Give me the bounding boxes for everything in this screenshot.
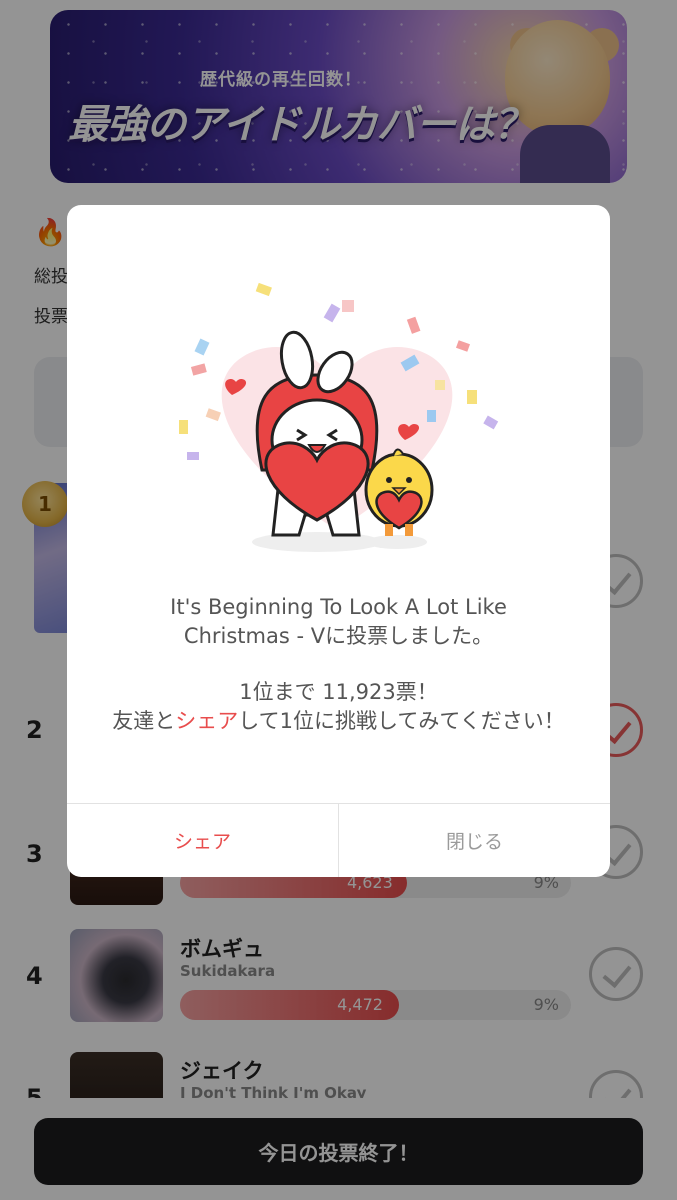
celebration-illustration — [179, 282, 499, 552]
voted-song-line1: It's Beginning To Look A Lot Like — [170, 595, 507, 619]
votes-to-first-suffix: 票！ — [395, 680, 438, 704]
voted-song-line2: Christmas - Vに投票しました。 — [183, 624, 494, 648]
close-button[interactable]: 閉じる — [339, 804, 610, 877]
share-button[interactable]: シェア — [67, 804, 338, 877]
share-challenge-line: 友達とシェアして1位に挑戦してみてください！ — [87, 707, 590, 736]
share-challenge-suffix: して1位に挑戦してみてください！ — [238, 709, 565, 733]
share-challenge-accent: シェア — [175, 709, 239, 733]
votes-to-first-line: 1位まで 11,923票！ — [87, 678, 590, 707]
vote-complete-dialog: It's Beginning To Look A Lot Like Christ… — [67, 205, 610, 877]
votes-to-first-count: 11,923 — [322, 680, 396, 704]
share-challenge-prefix: 友達と — [112, 709, 176, 733]
votes-to-first-prefix: 1位まで — [239, 680, 323, 704]
challenge-message: 1位まで 11,923票！ 友達とシェアして1位に挑戦してみてください！ — [87, 678, 590, 736]
vote-confirmation-message: It's Beginning To Look A Lot Like Christ… — [67, 593, 610, 651]
